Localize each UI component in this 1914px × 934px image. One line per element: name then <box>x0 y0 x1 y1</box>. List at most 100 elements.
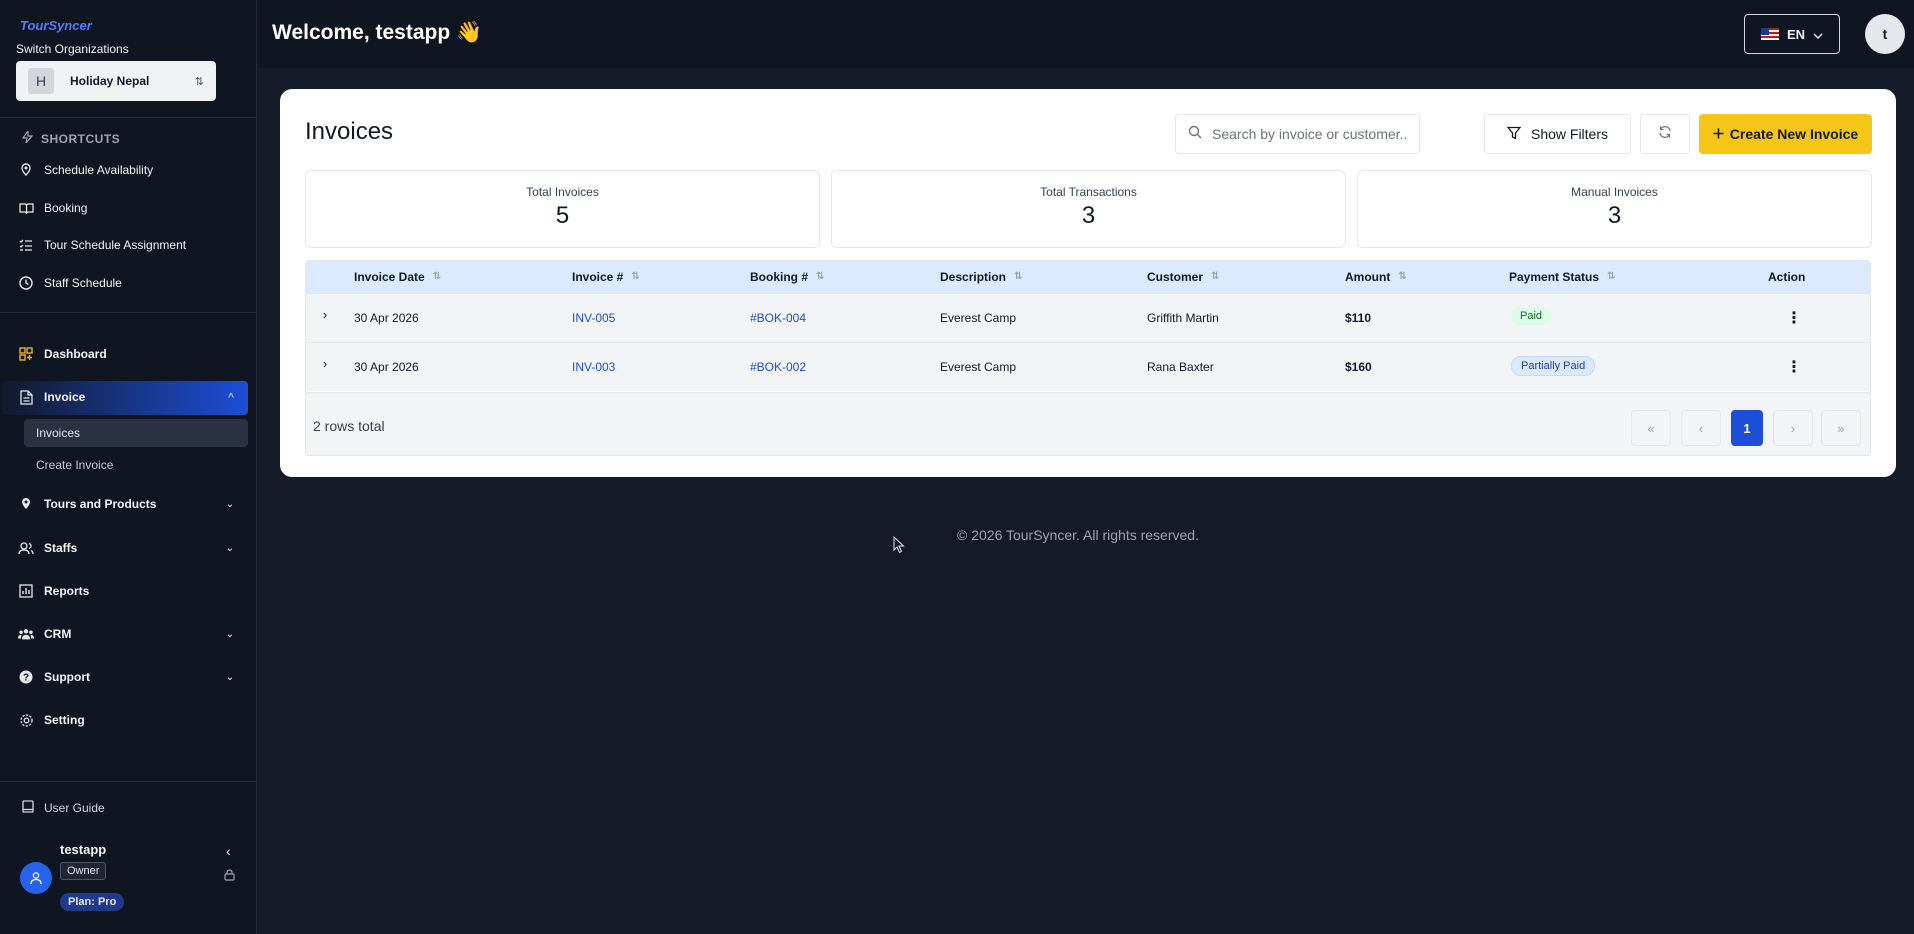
status-badge: Partially Paid <box>1511 356 1596 376</box>
prev-page-button[interactable]: ‹ <box>1681 410 1721 446</box>
nav-invoice[interactable]: Invoice ^ <box>18 381 248 413</box>
brand-logo[interactable]: TourSyncer <box>20 18 92 33</box>
sort-icon: ⇅ <box>1607 271 1616 282</box>
clock-icon <box>18 275 34 291</box>
table-row[interactable]: › 30 Apr 2026 INV-005 #BOK-004 Everest C… <box>306 293 1870 342</box>
cell-description: Everest Camp <box>940 311 1017 325</box>
column-header-amount[interactable]: Amount ⇅ <box>1345 270 1407 284</box>
nav-tours-and-products[interactable]: Tours and Products ⌄ <box>18 488 248 520</box>
sort-icon: ⇅ <box>1398 271 1407 282</box>
status-badge: Paid <box>1511 307 1552 325</box>
chevron-down-icon <box>1813 27 1823 42</box>
chevron-up-icon: ^ <box>228 391 234 403</box>
column-header-action: Action <box>1768 270 1805 284</box>
create-invoice-label: Create New Invoice <box>1729 126 1859 142</box>
map-pin-icon <box>18 496 34 512</box>
stat-label: Manual Invoices <box>1571 185 1658 199</box>
user-avatar[interactable] <box>20 862 52 894</box>
nav-crm[interactable]: CRM ⌄ <box>18 618 248 650</box>
chevron-right-icon[interactable]: › <box>318 307 332 322</box>
column-header-invoice-number[interactable]: Invoice # ⇅ <box>572 270 640 284</box>
shortcuts-label: SHORTCUTS <box>41 131 121 146</box>
divider <box>0 781 257 782</box>
column-header-customer[interactable]: Customer ⇅ <box>1147 270 1219 284</box>
invoices-table: Invoice Date ⇅ Invoice # ⇅ Booking # ⇅ Desc… <box>305 260 1871 456</box>
book-icon <box>22 800 34 816</box>
search-box[interactable] <box>1175 114 1420 154</box>
column-header-booking-number[interactable]: Booking # ⇅ <box>750 270 824 284</box>
shortcut-tour-schedule-assignment[interactable]: Tour Schedule Assignment <box>18 229 248 261</box>
cell-invoice-date: 30 Apr 2026 <box>354 360 419 374</box>
language-selector[interactable]: EN <box>1744 14 1840 54</box>
rows-total-text: 2 rows total <box>313 418 385 434</box>
stat-label: Total Invoices <box>526 185 599 199</box>
show-filters-button[interactable]: Show Filters <box>1484 114 1631 154</box>
cell-booking-link[interactable]: #BOK-004 <box>750 311 806 325</box>
search-input[interactable] <box>1212 126 1407 142</box>
column-label: Customer <box>1147 270 1204 284</box>
page-1-button[interactable]: 1 <box>1731 410 1763 446</box>
nav-label: Support <box>44 670 90 684</box>
nav-sub-create-invoice[interactable]: Create Invoice <box>24 451 248 479</box>
shortcuts-title: SHORTCUTS <box>21 129 121 146</box>
nav-reports[interactable]: Reports <box>18 575 248 607</box>
cell-invoice-link[interactable]: INV-005 <box>572 311 615 325</box>
nav-label: Reports <box>44 584 90 598</box>
nav-label: Staffs <box>44 541 78 555</box>
more-vertical-icon[interactable]: ⋮ <box>1786 357 1802 377</box>
column-label: Amount <box>1345 270 1391 284</box>
chevron-down-icon: ⌄ <box>225 671 234 683</box>
nav-label: Setting <box>44 713 85 727</box>
stat-value: 3 <box>1081 202 1096 229</box>
page-title: Invoices <box>305 118 394 145</box>
column-label: Invoice # <box>572 270 624 284</box>
org-name: Holiday Nepal <box>70 74 150 88</box>
shortcut-staff-schedule[interactable]: Staff Schedule <box>18 267 248 299</box>
sort-icon: ⇅ <box>816 271 825 282</box>
chevron-down-icon: ⌄ <box>225 542 234 554</box>
nav-support[interactable]: ? Support ⌄ <box>18 661 248 693</box>
cell-invoice-link[interactable]: INV-003 <box>572 360 615 374</box>
chevron-right-icon[interactable]: › <box>318 356 332 371</box>
nav-staffs[interactable]: Staffs ⌄ <box>18 532 248 564</box>
next-page-button[interactable]: › <box>1773 410 1813 446</box>
show-filters-label: Show Filters <box>1530 126 1609 142</box>
sort-icon: ⇅ <box>631 271 640 282</box>
sort-icon: ⇅ <box>1014 271 1023 282</box>
lock-icon[interactable] <box>224 868 235 886</box>
copyright-footer: © 2026 TourSyncer. All rights reserved. <box>957 527 1199 543</box>
invoices-card: Invoices Show Filters Create New Invoice… <box>280 89 1896 477</box>
shortcut-schedule-availability[interactable]: Schedule Availability <box>18 154 248 186</box>
people-group-icon <box>18 626 34 642</box>
first-page-button[interactable]: « <box>1631 410 1671 446</box>
cell-customer: Rana Baxter <box>1147 360 1214 374</box>
refresh-button[interactable] <box>1640 114 1690 154</box>
help-circle-icon: ? <box>18 669 34 685</box>
create-new-invoice-button[interactable]: Create New Invoice <box>1699 114 1872 154</box>
cell-booking-link[interactable]: #BOK-002 <box>750 360 806 374</box>
column-header-invoice-date[interactable]: Invoice Date ⇅ <box>354 270 441 284</box>
nav-setting[interactable]: Setting <box>18 704 248 736</box>
column-header-payment-status[interactable]: Payment Status ⇅ <box>1509 270 1615 284</box>
shortcut-label: Staff Schedule <box>44 276 122 290</box>
org-switcher[interactable]: H Holiday Nepal ⇅ <box>16 61 216 101</box>
more-vertical-icon[interactable]: ⋮ <box>1786 308 1802 328</box>
org-avatar: H <box>28 68 54 94</box>
nav-sub-invoices[interactable]: Invoices <box>24 419 248 447</box>
collapse-sidebar-button[interactable]: ‹ <box>226 843 231 859</box>
user-guide-link[interactable]: User Guide <box>22 800 105 816</box>
nav-label: Invoice <box>44 390 86 404</box>
refresh-icon <box>1658 125 1672 144</box>
last-page-button[interactable]: » <box>1821 410 1861 446</box>
column-header-description[interactable]: Description ⇅ <box>940 270 1022 284</box>
table-row[interactable]: › 30 Apr 2026 INV-003 #BOK-002 Everest C… <box>306 342 1870 391</box>
map-pin-icon <box>18 162 34 178</box>
column-label: Action <box>1768 270 1806 284</box>
column-label: Booking # <box>750 270 809 284</box>
stat-label: Total Transactions <box>1040 185 1137 199</box>
user-guide-label: User Guide <box>44 801 105 815</box>
shortcut-booking[interactable]: Booking <box>18 192 248 224</box>
profile-avatar-button[interactable]: t <box>1865 14 1905 54</box>
nav-dashboard[interactable]: Dashboard <box>18 338 248 370</box>
nav-label: Tours and Products <box>44 497 157 511</box>
